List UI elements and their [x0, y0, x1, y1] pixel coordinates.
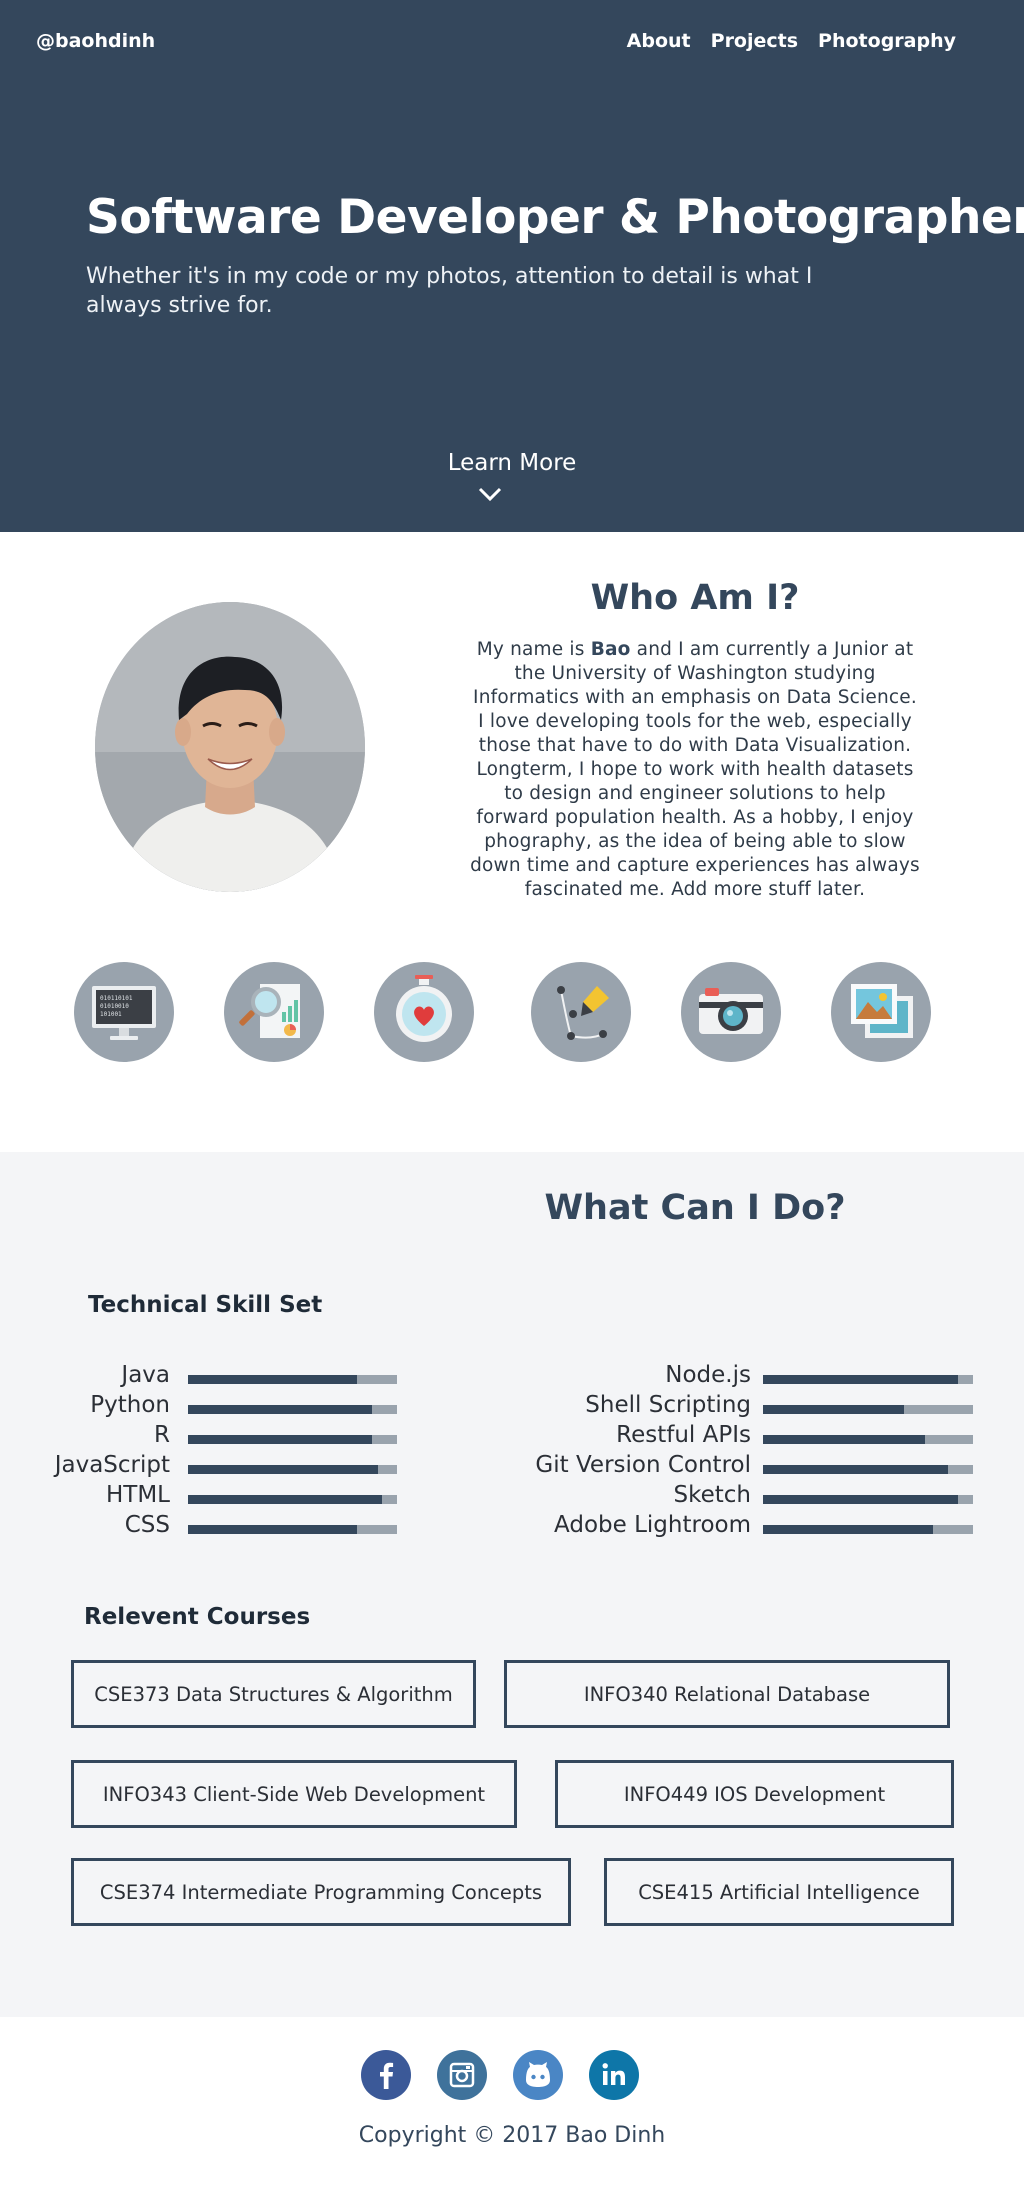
skill-name: Adobe Lightroom	[554, 1512, 751, 1538]
skills-title: What Can I Do?	[544, 1188, 846, 1228]
about-name: Bao	[590, 639, 631, 660]
chevron-down-icon[interactable]	[478, 486, 502, 502]
skill-row: Node.js	[0, 1362, 1024, 1392]
brand-link[interactable]: @baohdinh	[36, 30, 155, 52]
skill-bar	[763, 1525, 973, 1534]
magnifier-report-icon	[224, 962, 324, 1062]
skill-name: Node.js	[665, 1362, 751, 1388]
skill-row: Sketch	[0, 1482, 1024, 1512]
nav-projects[interactable]: Projects	[711, 30, 798, 52]
portrait-photo	[95, 602, 365, 892]
photos-icon	[831, 962, 931, 1062]
skill-bar-fill	[763, 1465, 948, 1474]
camera-icon	[681, 962, 781, 1062]
course-card: CSE373 Data Structures & Algorithm	[71, 1660, 476, 1728]
skill-row: Adobe Lightroom	[0, 1512, 1024, 1542]
nav-photography[interactable]: Photography	[818, 30, 956, 52]
hero-subtitle: Whether it's in my code or my photos, at…	[86, 264, 813, 318]
course-card: INFO343 Client-Side Web Development	[71, 1760, 517, 1828]
skill-bar	[763, 1495, 973, 1504]
skill-name: Shell Scripting	[585, 1392, 751, 1418]
course-card: CSE415 Artificial Intelligence	[604, 1858, 954, 1926]
skill-bar	[763, 1435, 973, 1444]
learn-more-link[interactable]: Learn More	[0, 450, 1024, 476]
main-nav: About Projects Photography	[627, 30, 956, 52]
skill-row: Restful APIs	[0, 1422, 1024, 1452]
skill-bar	[763, 1465, 973, 1474]
about-text: My name is Bao and I am currently a Juni…	[470, 639, 920, 900]
technical-skills-heading: Technical Skill Set	[88, 1292, 323, 1318]
monitor-code-icon: 010110101 01010010 101001	[74, 962, 174, 1062]
skill-name: Git Version Control	[535, 1452, 751, 1478]
svg-text:010110101: 010110101	[100, 995, 133, 1002]
course-card: CSE374 Intermediate Programming Concepts	[71, 1858, 571, 1926]
instagram-icon[interactable]	[437, 2050, 487, 2100]
facebook-icon[interactable]	[361, 2050, 411, 2100]
github-icon[interactable]	[513, 2050, 563, 2100]
skill-name: Sketch	[673, 1482, 752, 1508]
skill-bar-fill	[763, 1495, 958, 1504]
skill-row: Git Version Control	[0, 1452, 1024, 1482]
pen-tool-icon	[531, 962, 631, 1062]
svg-text:01010010: 01010010	[100, 1003, 129, 1010]
hero-title: Software Developer & Photographer	[86, 190, 1024, 245]
linkedin-icon[interactable]	[589, 2050, 639, 2100]
skill-row: Shell Scripting	[0, 1392, 1024, 1422]
nav-about[interactable]: About	[627, 30, 691, 52]
about-title: Who Am I?	[590, 578, 800, 618]
hero-section: @baohdinh About Projects Photography Sof…	[0, 0, 1024, 532]
course-card: INFO340 Relational Database	[504, 1660, 950, 1728]
stopwatch-heart-icon	[374, 962, 474, 1062]
skill-bar	[763, 1375, 973, 1384]
copyright-text: Copyright © 2017 Bao Dinh	[358, 2123, 666, 2148]
skills-section: What Can I Do? Technical Skill Set Java P…	[0, 1152, 1024, 2017]
skill-bar-fill	[763, 1405, 904, 1414]
svg-text:101001: 101001	[100, 1011, 122, 1018]
skill-bar-fill	[763, 1435, 925, 1444]
skill-name: Restful APIs	[616, 1422, 751, 1448]
skill-bar-fill	[763, 1525, 933, 1534]
skill-bar	[763, 1405, 973, 1414]
courses-heading: Relevent Courses	[84, 1604, 311, 1630]
course-card: INFO449 IOS Development	[555, 1760, 954, 1828]
skill-bar-fill	[763, 1375, 958, 1384]
